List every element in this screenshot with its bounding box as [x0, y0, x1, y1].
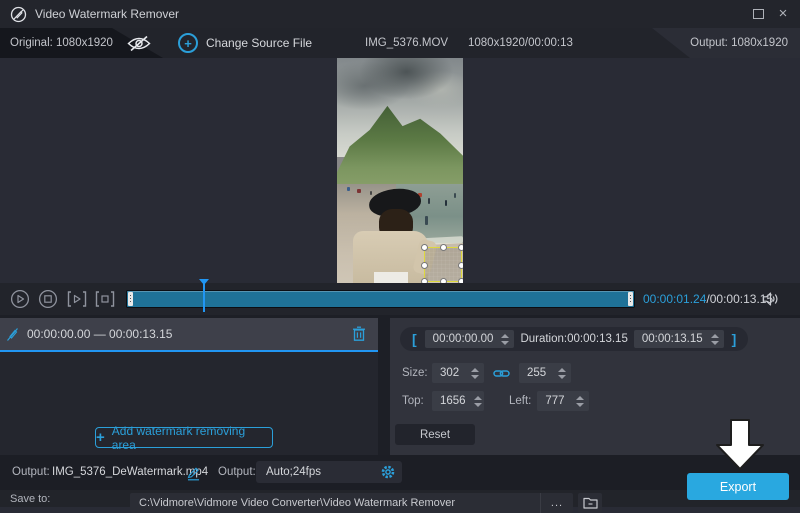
change-source-file-button[interactable]: + Change Source File [178, 28, 312, 58]
save-path-field[interactable]: C:\Vidmore\Vidmore Video Converter\Video… [130, 493, 573, 513]
end-time-spinner[interactable] [709, 333, 721, 345]
wading-person [425, 215, 429, 225]
set-start-bracket-button[interactable]: [ [410, 331, 419, 347]
reset-button[interactable]: Reset [395, 424, 475, 445]
link-dimensions-icon[interactable] [493, 368, 510, 379]
plus-circle-icon: + [178, 33, 198, 53]
top-value: 1656 [440, 395, 466, 407]
segments-panel: 00:00:00.00 — 00:00:13.15 + Add watermar… [0, 318, 378, 455]
stop-button[interactable] [38, 289, 58, 309]
size-row: Size: 302 255 [402, 362, 571, 384]
left-field[interactable]: 777 [537, 391, 590, 411]
segment-row[interactable]: 00:00:00.00 — 00:00:13.15 [0, 318, 378, 352]
top-field[interactable]: 1656 [432, 391, 484, 411]
window-title: Video Watermark Remover [35, 7, 180, 21]
size-width-spinner[interactable] [469, 367, 481, 379]
segment-time-range: 00:00:00.00 — 00:00:13.15 [27, 327, 173, 341]
preview-area [0, 58, 800, 283]
start-time-value: 00:00:00.00 [432, 333, 494, 345]
selection-handle[interactable] [458, 244, 463, 251]
save-to-label: Save to: [10, 493, 51, 505]
output-format-label: Output: [218, 466, 256, 478]
beach-person [427, 197, 430, 204]
size-width-field[interactable]: 302 [432, 363, 484, 383]
plus-icon: + [96, 429, 105, 446]
maximize-button[interactable] [750, 7, 766, 21]
open-folder-button[interactable] [578, 493, 602, 513]
lower-panels: 00:00:00.00 — 00:00:13.15 + Add watermar… [0, 315, 800, 455]
playhead-marker[interactable] [199, 279, 209, 312]
play-button[interactable] [10, 289, 30, 309]
watermark-selection-box[interactable] [421, 244, 463, 283]
output-filename: IMG_5376_DeWatermark.mp4 [52, 466, 209, 478]
duration-label: Duration:00:00:13.15 [520, 333, 628, 345]
position-row: Top: 1656 Left: 777 [402, 390, 590, 412]
size-height-field[interactable]: 255 [519, 363, 571, 383]
selection-handle[interactable] [421, 244, 428, 251]
close-button[interactable]: × [775, 6, 791, 21]
app-logo-icon [10, 6, 27, 23]
transport-bar: 00:00:01.24/00:00:13.15 [0, 279, 800, 315]
subject-shorts [373, 271, 408, 283]
stop-segment-button[interactable] [94, 289, 115, 309]
preview-original-eye-icon[interactable] [126, 35, 152, 52]
add-watermark-area-button[interactable]: + Add watermark removing area [95, 424, 273, 452]
play-segment-button[interactable] [66, 289, 87, 309]
volume-icon[interactable] [762, 292, 780, 306]
video-watermark-remover-window: { "colors": { "accent": "#2b9fd9", "time… [0, 0, 800, 513]
left-spinner[interactable] [574, 395, 586, 407]
set-end-bracket-button[interactable]: ] [730, 331, 739, 347]
start-time-field[interactable]: 00:00:00.00 [424, 330, 515, 348]
save-path-value: C:\Vidmore\Vidmore Video Converter\Video… [139, 497, 456, 509]
beach-person [454, 193, 457, 198]
output-format-field[interactable]: Auto;24fps [256, 461, 402, 483]
size-width-value: 302 [440, 367, 460, 379]
start-time-spinner[interactable] [499, 333, 511, 345]
watermark-segment-icon [6, 327, 19, 342]
selection-handle[interactable] [440, 244, 447, 251]
format-settings-gear-icon[interactable] [380, 464, 396, 480]
delete-segment-icon[interactable] [352, 326, 366, 342]
output-name-label: Output: [12, 466, 50, 478]
left-value: 777 [545, 395, 565, 407]
properties-panel: [ 00:00:00.00 Duration:00:00:13.15 00:00… [390, 318, 800, 455]
top-label: Top: [402, 395, 424, 407]
size-label: Size: [402, 367, 428, 379]
time-display: 00:00:01.24/00:00:13.15 [643, 283, 773, 315]
left-label: Left: [509, 395, 532, 407]
top-spinner[interactable] [472, 395, 484, 407]
current-time: 00:00:01.24 [643, 292, 707, 306]
beach-umbrella [357, 188, 362, 193]
save-bar: Save to: C:\Vidmore\Vidmore Video Conver… [0, 490, 800, 513]
add-area-label: Add watermark removing area [111, 423, 246, 452]
output-resolution-label: Output: 1080x1920 [690, 37, 788, 49]
change-source-label: Change Source File [206, 36, 313, 50]
timeline-slider[interactable] [126, 279, 635, 312]
export-button[interactable]: Export [687, 473, 789, 500]
selection-handle[interactable] [421, 261, 428, 269]
trim-time-group: [ 00:00:00.00 Duration:00:00:13.15 00:00… [400, 327, 749, 351]
timeline-right-grip[interactable] [628, 292, 633, 306]
video-frame [337, 58, 463, 283]
timeline-left-grip[interactable] [128, 292, 133, 306]
source-file-info: 1080x1920/00:00:13 [468, 37, 573, 49]
selection-handle[interactable] [458, 261, 463, 269]
end-time-value: 00:00:13.15 [641, 333, 703, 345]
beach-umbrella [347, 187, 351, 192]
infobar: Original: 1080x1920 + Change Source File… [0, 28, 800, 58]
source-filename: IMG_5376.MOV [365, 37, 449, 49]
rename-pencil-icon[interactable] [186, 466, 201, 481]
size-height-value: 255 [527, 367, 547, 379]
browse-more-button[interactable]: ... [540, 493, 573, 513]
size-height-spinner[interactable] [556, 367, 568, 379]
original-resolution-label: Original: 1080x1920 [10, 37, 113, 49]
output-bar: Output: IMG_5376_DeWatermark.mp4 Output:… [0, 455, 800, 490]
beach-person [369, 190, 372, 195]
titlebar: Video Watermark Remover × [0, 0, 800, 28]
end-time-field[interactable]: 00:00:13.15 [633, 330, 724, 348]
output-format-value: Auto;24fps [266, 466, 321, 478]
